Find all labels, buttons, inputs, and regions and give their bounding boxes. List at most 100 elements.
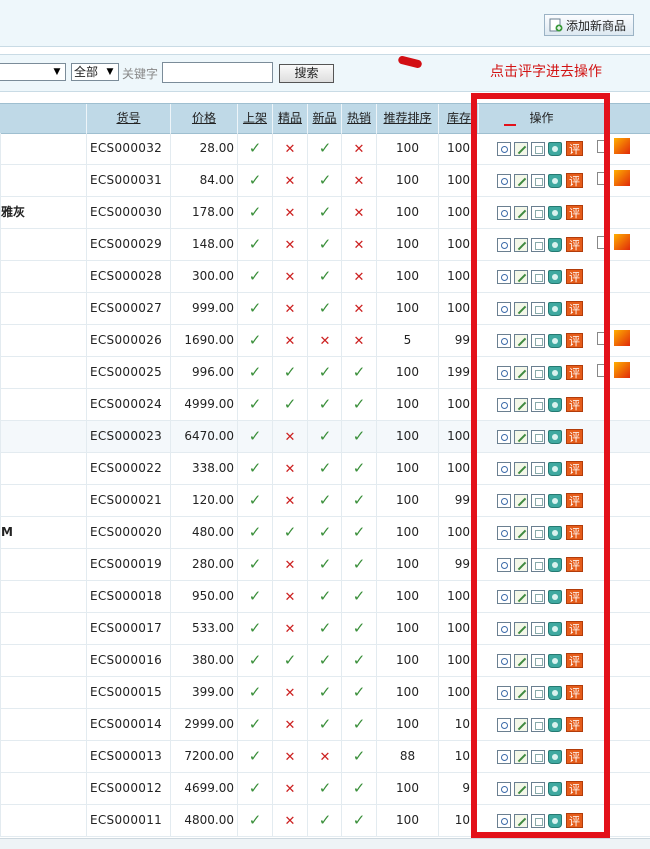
cross-icon[interactable]: ✕: [285, 142, 296, 157]
checkmark-icon[interactable]: ✓: [249, 619, 262, 637]
promo-icon[interactable]: [614, 138, 630, 154]
product-stock[interactable]: 100: [438, 165, 470, 196]
checkmark-icon[interactable]: ✓: [319, 427, 332, 445]
header-on-sale[interactable]: 上架: [237, 104, 272, 133]
checkmark-icon[interactable]: ✓: [284, 523, 297, 541]
cross-icon[interactable]: ✕: [285, 718, 296, 733]
checkmark-icon[interactable]: ✓: [319, 267, 332, 285]
product-stock[interactable]: 100: [438, 133, 470, 164]
on-sale-toggle[interactable]: ✓: [237, 613, 272, 644]
on-sale-toggle[interactable]: ✓: [237, 357, 272, 388]
on-sale-toggle[interactable]: ✓: [237, 805, 272, 836]
hot-toggle[interactable]: ✓: [341, 805, 376, 836]
checkmark-icon[interactable]: ✓: [319, 235, 332, 253]
on-sale-toggle[interactable]: ✓: [237, 197, 272, 228]
product-stock[interactable]: 100: [438, 421, 470, 452]
checkmark-icon[interactable]: ✓: [319, 555, 332, 573]
checkmark-icon[interactable]: ✓: [319, 139, 332, 157]
checkmark-icon[interactable]: ✓: [319, 779, 332, 797]
checkmark-icon[interactable]: ✓: [249, 459, 262, 477]
keyword-input[interactable]: [162, 62, 273, 83]
product-sort-order[interactable]: 100: [376, 549, 438, 580]
product-price[interactable]: 148.00: [170, 229, 237, 260]
checkmark-icon[interactable]: ✓: [319, 491, 332, 509]
checkmark-icon[interactable]: ✓: [353, 587, 366, 605]
checkmark-icon[interactable]: ✓: [249, 523, 262, 541]
checkmark-icon[interactable]: ✓: [249, 683, 262, 701]
new-toggle[interactable]: ✓: [307, 773, 342, 804]
on-sale-toggle[interactable]: ✓: [237, 421, 272, 452]
product-price[interactable]: 996.00: [170, 357, 237, 388]
search-button[interactable]: 搜索: [279, 64, 334, 83]
checkmark-icon[interactable]: ✓: [319, 619, 332, 637]
best-toggle[interactable]: ✕: [272, 197, 307, 228]
best-toggle[interactable]: ✕: [272, 485, 307, 516]
new-toggle[interactable]: ✓: [307, 421, 342, 452]
checkmark-icon[interactable]: ✓: [249, 139, 262, 157]
cross-icon[interactable]: ✕: [285, 174, 296, 189]
hot-toggle[interactable]: ✕: [341, 197, 376, 228]
header-best[interactable]: 精品: [272, 104, 307, 133]
new-toggle[interactable]: ✓: [307, 229, 342, 260]
product-stock[interactable]: 10: [438, 805, 470, 836]
checkmark-icon[interactable]: ✓: [249, 331, 262, 349]
product-sort-order[interactable]: 100: [376, 197, 438, 228]
new-toggle[interactable]: ✓: [307, 709, 342, 740]
checkmark-icon[interactable]: ✓: [284, 363, 297, 381]
best-toggle[interactable]: ✕: [272, 325, 307, 356]
product-sort-order[interactable]: 100: [376, 581, 438, 612]
new-toggle[interactable]: ✓: [307, 485, 342, 516]
checkmark-icon[interactable]: ✓: [353, 427, 366, 445]
cross-icon[interactable]: ✕: [285, 782, 296, 797]
cross-icon[interactable]: ✕: [285, 750, 296, 765]
header-sn[interactable]: 货号: [86, 104, 170, 133]
checkmark-icon[interactable]: ✓: [353, 747, 366, 765]
hot-toggle[interactable]: ✓: [341, 773, 376, 804]
product-price[interactable]: 300.00: [170, 261, 237, 292]
product-stock[interactable]: 100: [438, 517, 470, 548]
promo-icon[interactable]: [614, 234, 630, 250]
checkmark-icon[interactable]: ✓: [319, 363, 332, 381]
product-sort-order[interactable]: 100: [376, 453, 438, 484]
checkmark-icon[interactable]: ✓: [319, 683, 332, 701]
best-toggle[interactable]: ✓: [272, 517, 307, 548]
product-price[interactable]: 4800.00: [170, 805, 237, 836]
checkmark-icon[interactable]: ✓: [353, 555, 366, 573]
product-sort-order[interactable]: 100: [376, 165, 438, 196]
new-toggle[interactable]: ✓: [307, 293, 342, 324]
product-sort-order[interactable]: 100: [376, 421, 438, 452]
on-sale-toggle[interactable]: ✓: [237, 485, 272, 516]
new-toggle[interactable]: ✓: [307, 389, 342, 420]
best-toggle[interactable]: ✕: [272, 261, 307, 292]
on-sale-toggle[interactable]: ✓: [237, 453, 272, 484]
best-toggle[interactable]: ✕: [272, 677, 307, 708]
cross-icon[interactable]: ✕: [285, 334, 296, 349]
checkmark-icon[interactable]: ✓: [284, 651, 297, 669]
best-toggle[interactable]: ✕: [272, 229, 307, 260]
on-sale-toggle[interactable]: ✓: [237, 517, 272, 548]
checkmark-icon[interactable]: ✓: [319, 459, 332, 477]
product-sort-order[interactable]: 100: [376, 677, 438, 708]
product-sort-order[interactable]: 100: [376, 709, 438, 740]
hot-toggle[interactable]: ✓: [341, 453, 376, 484]
hot-toggle[interactable]: ✓: [341, 517, 376, 548]
product-stock[interactable]: 10: [438, 709, 470, 740]
product-price[interactable]: 380.00: [170, 645, 237, 676]
checkmark-icon[interactable]: ✓: [319, 171, 332, 189]
best-toggle[interactable]: ✓: [272, 357, 307, 388]
on-sale-toggle[interactable]: ✓: [237, 645, 272, 676]
checkmark-icon[interactable]: ✓: [353, 459, 366, 477]
product-stock[interactable]: 99: [438, 485, 470, 516]
product-stock[interactable]: 99: [438, 325, 470, 356]
product-price[interactable]: 950.00: [170, 581, 237, 612]
product-sort-order[interactable]: 100: [376, 485, 438, 516]
product-price[interactable]: 1690.00: [170, 325, 237, 356]
product-stock[interactable]: 100: [438, 581, 470, 612]
on-sale-toggle[interactable]: ✓: [237, 741, 272, 772]
hot-toggle[interactable]: ✓: [341, 389, 376, 420]
header-sort[interactable]: 推荐排序: [376, 104, 438, 133]
product-sort-order[interactable]: 100: [376, 645, 438, 676]
checkmark-icon[interactable]: ✓: [284, 395, 297, 413]
cross-icon[interactable]: ✕: [285, 206, 296, 221]
hot-toggle[interactable]: ✕: [341, 261, 376, 292]
